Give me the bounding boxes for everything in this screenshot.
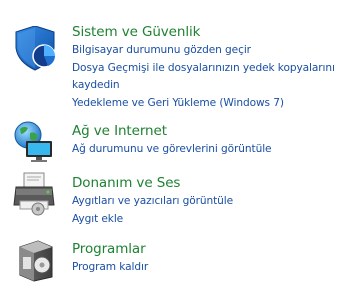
category-title[interactable]: Programlar [72, 239, 340, 259]
category-programs-text: Programlar Program kaldır [72, 239, 340, 277]
category-title[interactable]: Ağ ve Internet [72, 121, 340, 141]
category-title[interactable]: Sistem ve Güvenlik [72, 22, 340, 42]
category-title[interactable]: Donanım ve Ses [72, 173, 340, 193]
control-panel-categories: Sistem ve Güvenlik Bilgisayar durumunu g… [0, 0, 345, 306]
category-network-internet-text: Ağ ve Internet Ağ durumunu ve görevlerin… [72, 121, 340, 159]
link-review-computer-status[interactable]: Bilgisayar durumunu gözden geçir [72, 42, 340, 60]
link-view-network-status[interactable]: Ağ durumunu ve görevlerini görüntüle [72, 141, 340, 159]
category-system-security-text: Sistem ve Güvenlik Bilgisayar durumunu g… [72, 22, 340, 112]
link-uninstall-program[interactable]: Program kaldır [72, 259, 340, 277]
link-file-history-backup[interactable]: Dosya Geçmişi ile dosyalarınızın yedek k… [72, 60, 340, 95]
shield-icon[interactable] [12, 26, 56, 71]
printer-icon[interactable] [12, 171, 56, 216]
link-add-device[interactable]: Aygıt ekle [72, 211, 340, 229]
link-backup-restore-windows7[interactable]: Yedekleme ve Geri Yükleme (Windows 7) [72, 95, 340, 113]
programs-box-icon[interactable] [12, 237, 56, 282]
link-view-devices-printers[interactable]: Aygıtları ve yazıcıları görüntüle [72, 193, 340, 211]
network-globe-icon[interactable] [12, 119, 56, 163]
category-hardware-sound-text: Donanım ve Ses Aygıtları ve yazıcıları g… [72, 173, 340, 228]
